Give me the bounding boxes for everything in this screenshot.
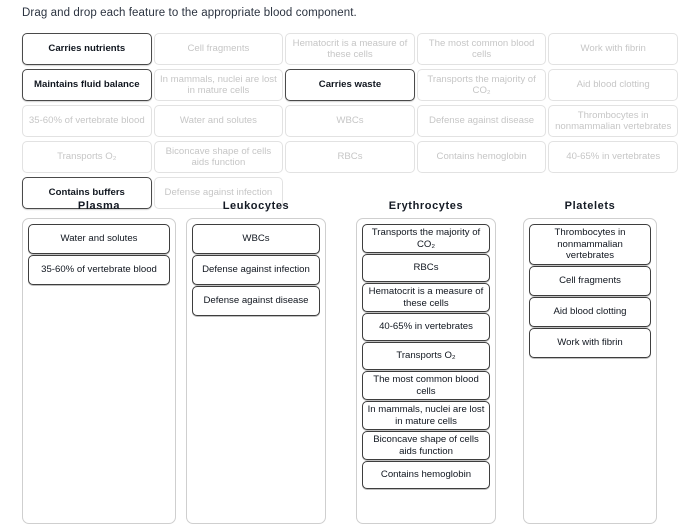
feature-tile: Hematocrit is a measure of these cells — [285, 33, 415, 65]
feature-tile: Cell fragments — [153, 33, 284, 65]
feature-tile: Aid blood clotting — [548, 69, 678, 101]
instruction-text: Drag and drop each feature to the approp… — [22, 7, 357, 19]
placed-feature-tile[interactable]: Defense against infection — [192, 255, 320, 285]
dropzone-title-erythrocytes: Erythrocytes — [388, 200, 464, 212]
feature-tile: Thrombocytes in nonmammalian vertebrates — [548, 105, 678, 137]
dropzone-plasma[interactable]: Water and solutes 35-60% of vertebrate bl… — [22, 218, 176, 524]
dropzone-column-leukocytes: Leukocytes WBCs Defense against infection… — [186, 200, 326, 524]
placed-feature-tile[interactable]: Hematocrit is a measure of these cells — [362, 283, 490, 312]
placed-feature-tile[interactable]: Defense against disease — [192, 286, 320, 316]
dropzone-title-leukocytes: Leukocytes — [222, 200, 290, 212]
feature-tile: WBCs — [285, 105, 415, 137]
feature-tile: Defense against disease — [416, 105, 547, 137]
dropzone-title-plasma: Plasma — [77, 200, 121, 212]
placed-feature-tile[interactable]: Biconcave shape of cells aids function — [362, 431, 490, 460]
feature-tile: 35-60% of vertebrate blood — [22, 105, 152, 137]
feature-tile: In mammals, nuclei are lost in mature ce… — [153, 69, 284, 101]
placed-feature-tile[interactable]: Transports O₂ — [362, 342, 490, 370]
dropzone-platelets[interactable]: Thrombocytes in nonmammalian vertebrates… — [523, 218, 657, 524]
feature-tile[interactable]: Carries waste — [285, 69, 415, 101]
placed-feature-tile[interactable]: Thrombocytes in nonmammalian vertebrates — [529, 224, 651, 265]
dropzone-title-platelets: Platelets — [564, 200, 616, 212]
placed-feature-tile[interactable]: RBCs — [362, 254, 490, 282]
dropzone-column-erythrocytes: Erythrocytes Transports the majority of … — [356, 200, 496, 524]
feature-tile: Biconcave shape of cells aids function — [153, 141, 284, 173]
placed-feature-tile[interactable]: Cell fragments — [529, 265, 651, 296]
feature-tile: Transports O₂ — [22, 141, 152, 173]
feature-tile: The most common blood cells — [416, 33, 547, 65]
feature-tile: Contains hemoglobin — [416, 141, 547, 173]
placed-feature-tile[interactable]: Work with fibrin — [529, 327, 651, 358]
feature-tile-pool: Carries nutrients Cell fragments Hematocri… — [22, 32, 678, 210]
feature-tile[interactable]: Maintains fluid balance — [22, 69, 152, 101]
placed-feature-tile[interactable]: WBCs — [192, 224, 320, 254]
feature-tile[interactable]: Carries nutrients — [22, 33, 152, 65]
feature-tile: Water and solutes — [153, 105, 284, 137]
placed-feature-tile[interactable]: 35-60% of vertebrate blood — [28, 255, 170, 285]
dropzone-column-plasma: Plasma Water and solutes 35-60% of verteb… — [22, 200, 176, 524]
placed-feature-tile[interactable]: 40-65% in vertebrates — [362, 313, 490, 341]
feature-tile: 40-65% in vertebrates — [548, 141, 678, 173]
feature-tile: Work with fibrin — [548, 33, 678, 65]
placed-feature-tile[interactable]: In mammals, nuclei are lost in mature ce… — [362, 401, 490, 430]
feature-tile: Transports the majority of CO₂ — [416, 69, 547, 101]
placed-feature-tile[interactable]: Aid blood clotting — [529, 296, 651, 327]
feature-tile: RBCs — [285, 141, 415, 173]
placed-feature-tile[interactable]: The most common blood cells — [362, 371, 490, 400]
placed-feature-tile[interactable]: Contains hemoglobin — [362, 461, 490, 489]
placed-feature-tile[interactable]: Water and solutes — [28, 224, 170, 254]
dropzone-leukocytes[interactable]: WBCs Defense against infection Defense aga… — [186, 218, 326, 524]
dropzone-column-platelets: Platelets Thrombocytes in nonmammalian v… — [523, 200, 657, 524]
placed-feature-tile[interactable]: Transports the majority of CO₂ — [362, 224, 490, 253]
dropzone-erythrocytes[interactable]: Transports the majority of CO₂ RBCs Hemato… — [356, 218, 496, 524]
